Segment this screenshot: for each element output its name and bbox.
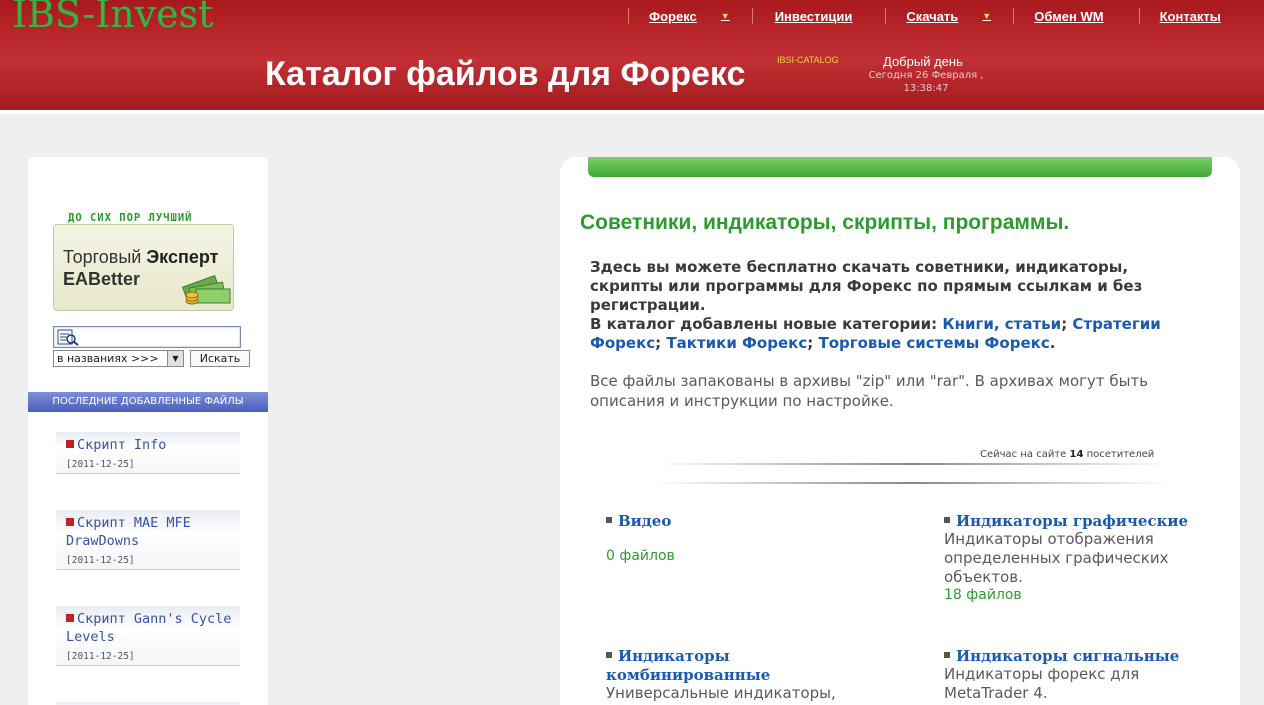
- recent-files-header: ПОСЛЕДНИЕ ДОБАВЛЕННЫЕ ФАЙЛЫ: [28, 392, 268, 412]
- promo-banner[interactable]: Торговый Эксперт EABetter: [53, 224, 234, 311]
- category-description: Индикаторы форекс для MetaTrader 4.: [944, 665, 1140, 702]
- visitors-suffix: посетителей: [1086, 449, 1155, 460]
- category-description: Универсальные индикаторы, объединяющие н…: [606, 684, 836, 705]
- promo-caption: ДО СИХ ПОР ЛУЧШИЙ: [68, 212, 193, 224]
- visitors-counter: Сейчас на сайте 14 посетителей: [980, 449, 1154, 460]
- divider: [655, 482, 1170, 484]
- intro-added-label: В каталог добавлены новые категории:: [590, 315, 938, 333]
- nav-label-forex: Форекс: [649, 8, 697, 24]
- category-title-video[interactable]: Видео: [618, 512, 671, 530]
- promo-line-1-a: Торговый: [63, 247, 142, 267]
- left-sidebar: ДО СИХ ПОР ЛУЧШИЙ Торговый Эксперт EABet…: [28, 157, 268, 705]
- arrow-bullet-icon: [66, 614, 74, 622]
- chevron-down-icon[interactable]: ▼: [982, 11, 991, 21]
- nav-item-contacts[interactable]: Контакты: [1160, 6, 1221, 26]
- greeting-text: Добрый день: [883, 54, 963, 69]
- page-title: Каталог файлов для Форекс: [265, 55, 746, 93]
- intro-paragraph: Здесь вы можете бесплатно скачать советн…: [590, 258, 1143, 314]
- nav-item-forex[interactable]: Форекс ▼: [649, 6, 730, 26]
- square-bullet-icon: [606, 652, 612, 658]
- chevron-down-icon[interactable]: ▼: [167, 351, 183, 366]
- top-nav: Форекс ▼ Инвестиции Скачать ▼ Обмен WM К…: [628, 6, 1221, 26]
- recent-file-title[interactable]: Скрипт MAE MFE DrawDowns: [66, 514, 236, 550]
- recent-file-date: [2011-12-25]: [66, 555, 135, 566]
- recent-file-date: [2011-12-25]: [66, 651, 135, 662]
- nav-label-contacts: Контакты: [1159, 8, 1221, 24]
- nav-item-download[interactable]: Скачать ▼: [906, 6, 991, 26]
- chevron-down-icon[interactable]: ▼: [721, 11, 730, 21]
- arrow-bullet-icon: [66, 518, 74, 526]
- link-trading-systems[interactable]: Торговые системы Форекс: [818, 334, 1049, 352]
- search-input[interactable]: [53, 326, 241, 348]
- nav-item-investments[interactable]: Инвестиции: [775, 6, 853, 26]
- arrow-bullet-icon: [66, 440, 74, 448]
- visitors-prefix: Сейчас на сайте: [980, 449, 1067, 460]
- category-file-count: 18 файлов: [944, 587, 1022, 603]
- link-books-articles[interactable]: Книги, статьи: [942, 315, 1061, 333]
- nav-item-wm-exchange[interactable]: Обмен WM: [1034, 6, 1103, 26]
- recent-file-title[interactable]: Скрипт Info: [66, 436, 236, 454]
- category-file-count: 0 файлов: [606, 548, 675, 564]
- section-heading: Советники, индикаторы, скрипты, программ…: [580, 211, 1070, 234]
- visitors-count: 14: [1069, 449, 1084, 460]
- recent-file-date: [2011-12-25]: [66, 459, 135, 470]
- link-forex-tactics[interactable]: Тактики Форекс: [666, 334, 807, 352]
- site-logo[interactable]: IBS-Invest: [12, 0, 213, 36]
- recent-file-title-text: Скрипт Info: [77, 437, 167, 453]
- recent-file-title[interactable]: Скрипт Gann's Cycle Levels: [66, 610, 236, 646]
- catalog-tag: IBSI-CATALOG: [777, 55, 839, 65]
- nav-label-download: Скачать: [906, 8, 959, 24]
- recent-file-item[interactable]: Скрипт MAE MFE DrawDowns [2011-12-25]: [56, 510, 240, 570]
- category-title-combined-indicators[interactable]: Индикаторы комбинированные: [606, 647, 770, 684]
- money-stack-icon: [182, 274, 231, 305]
- category-item: Индикаторы комбинированные Универсальные…: [606, 646, 866, 705]
- promo-line-2: EABetter: [63, 269, 141, 289]
- search-button[interactable]: Искать: [190, 350, 250, 367]
- nav-label-wm-exchange: Обмен WM: [1034, 8, 1104, 24]
- intro-text: Здесь вы можете бесплатно скачать советн…: [590, 258, 1161, 352]
- square-bullet-icon: [944, 652, 950, 658]
- main-content: Советники, индикаторы, скрипты, программ…: [560, 157, 1240, 705]
- category-item: Видео 0 файлов: [606, 511, 866, 564]
- nav-label-investments: Инвестиции: [774, 8, 853, 24]
- site-header: IBS-Invest Форекс ▼ Инвестиции Скачать ▼…: [0, 0, 1264, 110]
- divider: [655, 463, 1170, 465]
- search-icon: [57, 329, 79, 346]
- content-top-bar: [588, 157, 1212, 177]
- category-item: Индикаторы сигнальные Индикаторы форекс …: [944, 646, 1204, 703]
- search-scope-value: в названиях >>>: [57, 352, 159, 365]
- category-title-signal-indicators[interactable]: Индикаторы сигнальные: [956, 647, 1179, 665]
- square-bullet-icon: [944, 517, 950, 523]
- search-scope-select[interactable]: в названиях >>> ▼: [53, 350, 184, 367]
- current-datetime: Сегодня 26 Февраля , 13:38:47: [868, 70, 984, 94]
- archive-note: Все файлы запакованы в архивы "zip" или …: [590, 372, 1149, 410]
- square-bullet-icon: [606, 517, 612, 523]
- recent-file-title-text: Скрипт MAE MFE DrawDowns: [66, 515, 191, 549]
- category-title-graphic-indicators[interactable]: Индикаторы графические: [956, 512, 1188, 530]
- recent-file-item[interactable]: Скрипт Gann's Cycle Levels [2011-12-25]: [56, 606, 240, 666]
- recent-file-item[interactable]: Скрипт Info [2011-12-25]: [56, 432, 240, 474]
- category-description: Индикаторы отображения определенных граф…: [944, 530, 1169, 586]
- category-item: Индикаторы графические Индикаторы отобра…: [944, 511, 1204, 603]
- header-divider: [0, 110, 1264, 114]
- recent-file-title-text: Скрипт Gann's Cycle Levels: [66, 611, 232, 645]
